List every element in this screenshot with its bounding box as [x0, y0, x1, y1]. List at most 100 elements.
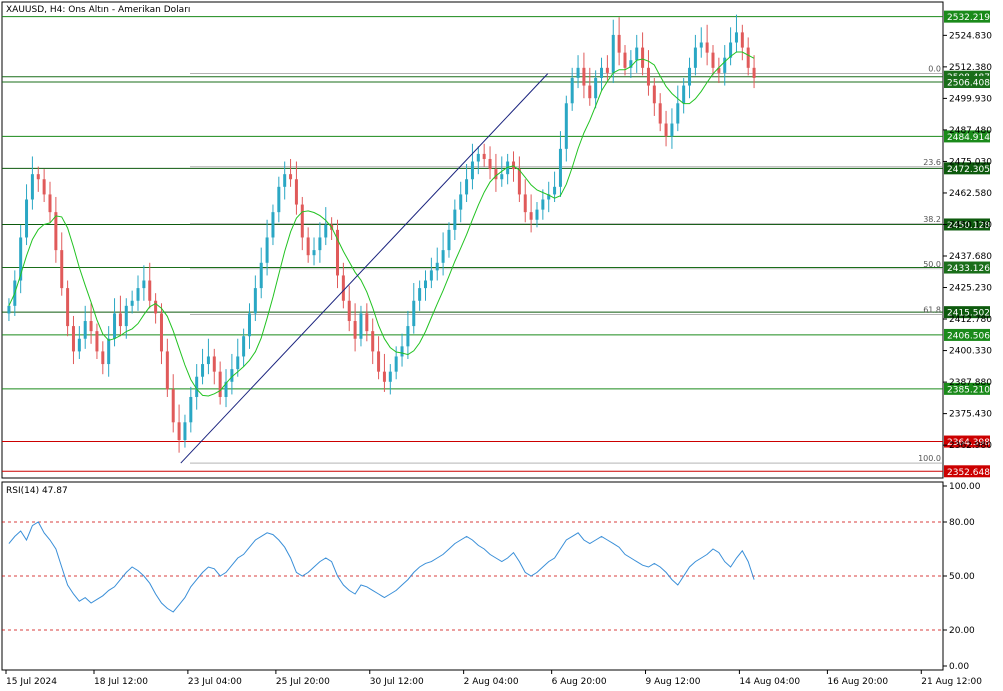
y-tick-label: 2487.480 — [949, 126, 992, 136]
candle-body — [424, 280, 428, 289]
candle-body — [723, 57, 727, 73]
candle-body — [652, 85, 656, 104]
candle-body — [60, 250, 64, 289]
candle-body — [353, 321, 357, 339]
candle-body — [283, 174, 287, 187]
candle-body — [236, 356, 240, 370]
candle-body — [746, 47, 750, 68]
trendline-group — [180, 73, 549, 464]
candle-body — [25, 199, 29, 238]
candle-body — [377, 351, 381, 372]
candle-body — [470, 161, 474, 180]
candle-body — [130, 300, 134, 306]
candle-body — [318, 237, 322, 251]
rsi-panel: 100.00 80.00 50.00 20.00 0.00 — [2, 482, 981, 672]
candle-body — [535, 209, 539, 220]
level-tag-label: 2506.408 — [947, 78, 990, 88]
x-tick-label: 6 Aug 20:00 — [552, 677, 607, 687]
candle-body — [165, 351, 169, 390]
candle-body — [113, 313, 117, 339]
rsi-tick-label: 20.00 — [949, 626, 975, 636]
candle-body — [142, 280, 146, 289]
rsi-title: RSI(14) 47.87 — [6, 486, 68, 496]
candle-body — [300, 204, 304, 238]
x-tick-label: 21 Aug 12:00 — [921, 677, 982, 687]
y-tick-label: 2475.030 — [949, 157, 992, 167]
candle-body — [482, 153, 486, 159]
chart-window: 2532.2192508.4872506.4082484.9142472.305… — [0, 0, 1003, 691]
level-tag: 2532.219 — [944, 10, 990, 23]
y-tick-label: 2499.930 — [949, 94, 992, 104]
candle-body — [740, 32, 744, 48]
candle-body — [382, 371, 386, 382]
candle-body — [682, 85, 686, 104]
candle-body — [289, 174, 293, 180]
candle-body — [400, 346, 404, 357]
fib-label: 50.0 — [923, 260, 941, 269]
candle-body — [312, 250, 316, 256]
candle-body — [7, 305, 11, 314]
level-tag-label: 2352.648 — [947, 468, 990, 478]
candle-body — [676, 103, 680, 124]
level-tag-label: 2433.126 — [947, 264, 990, 274]
candle-body — [447, 229, 451, 251]
candle-body — [705, 42, 709, 53]
candle-body — [48, 194, 52, 213]
candle-body — [89, 321, 93, 332]
candle-body — [494, 169, 498, 180]
candle-body — [359, 313, 363, 339]
x-tick-label: 25 Jul 20:00 — [276, 677, 330, 687]
candle-body — [453, 209, 457, 230]
candle-body — [693, 47, 697, 68]
rsi-tick-label: 80.00 — [949, 518, 975, 528]
fib-label: 38.2 — [923, 215, 941, 224]
level-tag: 2352.648 — [944, 465, 990, 478]
candle-body — [517, 169, 521, 195]
candle-body — [388, 371, 392, 382]
candle-body — [171, 389, 175, 423]
y-tick-label: 2462.580 — [949, 189, 992, 199]
candle-body — [71, 326, 75, 352]
candle-body — [553, 186, 557, 195]
horizontal-levels: 2532.2192508.4872506.4082484.9142472.305… — [2, 10, 990, 478]
fib-label: 61.8 — [923, 305, 941, 314]
candle-body — [658, 103, 662, 124]
candle-body — [617, 34, 621, 53]
level-tag: 2433.126 — [944, 261, 990, 274]
candle-body — [476, 153, 480, 162]
level-tag-label: 2406.506 — [947, 331, 990, 341]
candle-body — [30, 174, 34, 200]
y-tick-label: 2400.330 — [949, 347, 992, 357]
candle-body — [306, 237, 310, 256]
candle-body — [558, 148, 562, 187]
candle-body — [83, 321, 87, 339]
y-tick-label: 2362.980 — [949, 441, 992, 451]
candle-body — [294, 179, 298, 205]
candle-body — [177, 422, 181, 441]
level-tag-label: 2532.219 — [947, 13, 990, 23]
candle-body — [265, 237, 269, 263]
x-tick-label: 2 Aug 04:00 — [464, 677, 519, 687]
candle-body — [259, 262, 263, 289]
candle-body — [347, 300, 351, 322]
candle-body — [206, 356, 210, 365]
candle-body — [635, 47, 639, 61]
candle-body — [641, 47, 645, 68]
candle-body — [500, 174, 504, 180]
candle-body — [118, 313, 122, 327]
candle-body — [429, 270, 433, 281]
rsi-tick-label: 100.00 — [949, 482, 981, 492]
x-tick-label: 23 Jul 04:00 — [188, 677, 242, 687]
candle-body — [605, 67, 609, 73]
candle-body — [564, 103, 568, 149]
candle-body — [101, 351, 105, 365]
candle-body — [570, 77, 574, 104]
y-tick-label: 2437.680 — [949, 252, 992, 262]
candle-body — [42, 179, 46, 195]
fib-label: 0.0 — [928, 65, 941, 74]
fib-label: 100.0 — [918, 454, 941, 463]
candle-body — [341, 275, 345, 301]
candle-body — [418, 288, 422, 301]
x-tick-label: 18 Jul 12:00 — [94, 677, 148, 687]
candle-body — [688, 67, 692, 86]
